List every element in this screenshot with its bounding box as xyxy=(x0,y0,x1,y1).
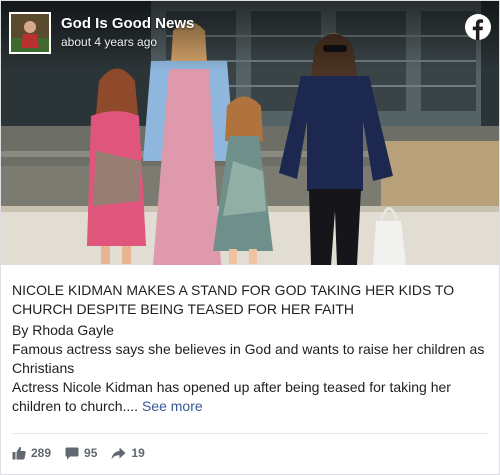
post-byline: By Rhoda Gayle xyxy=(12,322,114,338)
like-count-value: 289 xyxy=(31,446,52,460)
post-headline[interactable]: NICOLE KIDMAN MAKES A STAND FOR GOD TAKI… xyxy=(12,281,488,319)
share-count[interactable]: 19 xyxy=(111,446,145,460)
reaction-stats: 289 95 19 xyxy=(12,444,159,462)
avatar-image xyxy=(11,14,49,52)
page-avatar[interactable] xyxy=(9,12,51,54)
comment-count[interactable]: 95 xyxy=(65,446,97,460)
post-card: God Is Good News about 4 years ago NICOL… xyxy=(0,0,500,475)
page-name[interactable]: God Is Good News xyxy=(61,15,194,32)
like-count[interactable]: 289 xyxy=(12,446,51,460)
post-excerpt-paragraph: Actress Nicole Kidman has opened up afte… xyxy=(12,378,488,416)
see-more-link[interactable]: See more xyxy=(142,398,203,414)
post-timestamp[interactable]: about 4 years ago xyxy=(61,35,157,49)
share-count-value: 19 xyxy=(131,446,145,460)
post-text: NICOLE KIDMAN MAKES A STAND FOR GOD TAKI… xyxy=(12,281,488,416)
post-subhead: Famous actress says she believes in God … xyxy=(12,341,485,376)
post-excerpt: Actress Nicole Kidman has opened up afte… xyxy=(12,379,451,414)
thumbs-up-icon xyxy=(12,446,26,460)
share-arrow-icon xyxy=(111,447,126,459)
post-photo[interactable]: God Is Good News about 4 years ago xyxy=(1,1,499,265)
comment-icon xyxy=(65,447,79,459)
facebook-icon[interactable] xyxy=(465,14,491,40)
stats-divider xyxy=(12,433,488,434)
comment-count-value: 95 xyxy=(84,446,98,460)
